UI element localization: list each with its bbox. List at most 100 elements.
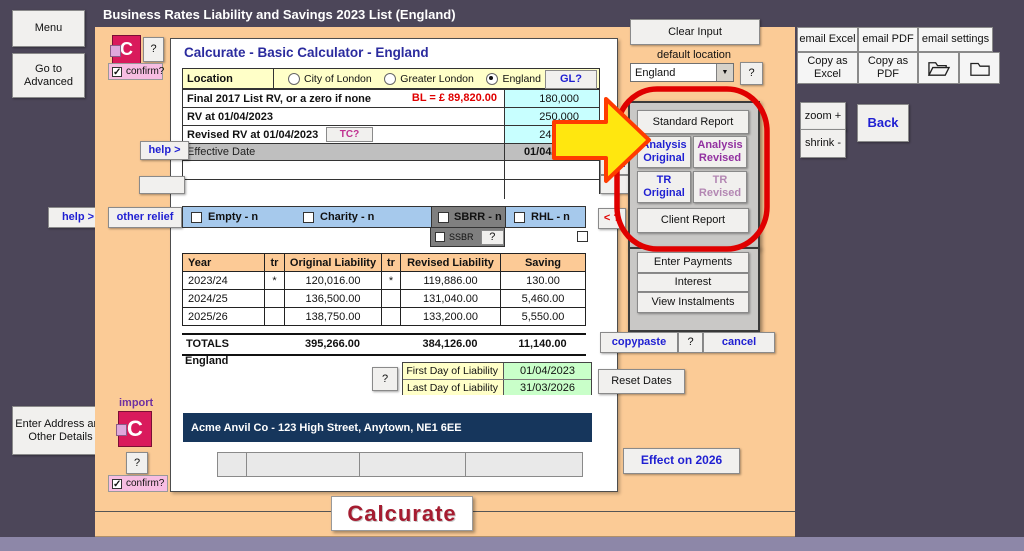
blank-button[interactable] (139, 176, 185, 194)
dropdown-value: England (635, 66, 676, 79)
help-question-button-top[interactable]: ? (143, 37, 164, 62)
calcurate-icon: C (110, 35, 141, 64)
default-location-label: default location (657, 49, 731, 61)
email-excel-button[interactable]: email Excel (797, 27, 858, 52)
table-row: 2025/26 138,750.00 133,200.00 5,550.00 (182, 307, 586, 326)
icon-tab (110, 44, 121, 57)
first-day-value[interactable]: 01/04/2023 (503, 363, 591, 379)
gl-button[interactable]: GL? (545, 70, 597, 89)
application-window: Business Rates Liability and Savings 202… (0, 0, 1024, 551)
confirm-checkbox-bottom[interactable]: confirm? (108, 475, 168, 492)
address-bar: Acme Anvil Co - 123 High Street, Anytown… (183, 413, 592, 442)
rv-grid: Final 2017 List RV, or a zero if none BL… (182, 89, 600, 199)
radio-greater-london[interactable]: Greater London (384, 72, 474, 85)
effect-on-2026-button[interactable]: Effect on 2026 (623, 448, 740, 474)
clear-input-button[interactable]: Clear Input (630, 19, 760, 45)
shrink-button[interactable]: shrink - (800, 129, 846, 158)
last-day-value[interactable]: 31/03/2026 (503, 380, 591, 395)
checkbox-icon[interactable] (191, 211, 202, 223)
region-label: England (185, 355, 229, 367)
folder-open-icon (927, 62, 950, 76)
icon-letter: C (120, 39, 133, 59)
row-label: RV at 01/04/2023 (187, 110, 274, 123)
radio-city-of-london[interactable]: City of London (288, 72, 372, 85)
enter-payments-button[interactable]: Enter Payments (637, 252, 749, 273)
cancel-button[interactable]: cancel (703, 332, 775, 353)
table-header-row: Year tr Original Liability tr Revised Li… (182, 253, 586, 272)
relief-sbrr[interactable]: SBRR - n (431, 207, 505, 227)
relief-rhl[interactable]: RHL - n (505, 207, 585, 227)
folder-icon (969, 62, 990, 76)
back-button[interactable]: Back (857, 104, 909, 142)
folder-button[interactable] (959, 52, 1000, 84)
interest-button[interactable]: Interest (637, 273, 749, 292)
blank-bottom-button[interactable] (246, 452, 361, 477)
last-day-label: Last Day of Liability (403, 380, 503, 395)
view-instalments-button[interactable]: View Instalments (637, 292, 749, 313)
first-day-label: First Day of Liability (403, 363, 503, 379)
zoom-in-button[interactable]: zoom + (800, 102, 846, 131)
import-label: import (119, 397, 154, 409)
default-location-dropdown[interactable]: England (630, 63, 734, 82)
help-button-effective-date[interactable]: help > (140, 141, 189, 160)
checkbox-icon[interactable] (438, 211, 449, 223)
radio-icon (288, 72, 300, 85)
highlight-arrow (552, 97, 651, 183)
menu-button[interactable]: Menu (12, 10, 85, 47)
empty-row (183, 161, 599, 180)
reset-dates-button[interactable]: Reset Dates (598, 369, 685, 394)
calculator-heading: Calcurate - Basic Calculator - England (184, 45, 429, 60)
checkbox-checked-icon (112, 66, 122, 77)
copy-as-excel-button[interactable]: Copy as Excel (797, 52, 858, 84)
checkbox-icon[interactable] (514, 211, 525, 223)
dates-question-button[interactable]: ? (372, 367, 398, 391)
col-saving: Saving (500, 253, 586, 272)
blank-bottom-button[interactable] (217, 452, 248, 477)
email-settings-button[interactable]: email settings (918, 27, 993, 52)
location-row: Location City of London Greater London E… (182, 68, 600, 89)
relief-bar: Empty - n Charity - n SBRR - n RHL - n (182, 206, 586, 228)
relief-charity[interactable]: Charity - n (295, 207, 431, 227)
open-folder-button[interactable] (918, 52, 959, 84)
radio-england[interactable]: England (486, 72, 541, 85)
liability-dates-box: First Day of Liability 01/04/2023 Last D… (402, 362, 592, 395)
blank-bottom-button[interactable] (465, 452, 583, 477)
bottom-strip (0, 537, 1024, 551)
tc-inline-button[interactable]: TC? (326, 127, 373, 142)
copy-as-pdf-button[interactable]: Copy as PDF (858, 52, 918, 84)
icon-letter: C (127, 416, 143, 441)
email-pdf-button[interactable]: email PDF (858, 27, 918, 52)
logo-text: Calcurate (347, 500, 457, 526)
chevron-down-icon[interactable] (716, 64, 733, 81)
totals-revised: 384,126.00 (422, 338, 478, 350)
location-question-button[interactable]: ? (740, 62, 763, 85)
page-title: Business Rates Liability and Savings 202… (103, 7, 456, 22)
row-effective-date: Effective Date 01/04/2023 (183, 144, 599, 161)
empty-row (183, 180, 599, 199)
copypaste-question-button[interactable]: ? (678, 332, 703, 353)
totals-original: 395,266.00 (304, 338, 361, 350)
checkbox-icon[interactable] (303, 211, 314, 223)
ssbr-checkbox[interactable] (435, 232, 445, 242)
totals-saving: 11,140.00 (518, 338, 567, 350)
address-text: Acme Anvil Co - 123 High Street, Anytown… (191, 421, 462, 434)
row-final-2017-rv: Final 2017 List RV, or a zero if none BL… (183, 90, 599, 108)
ssbr-question-button[interactable]: ? (480, 229, 504, 245)
import-question-button[interactable]: ? (126, 452, 148, 474)
copypaste-button[interactable]: copypaste (600, 332, 678, 353)
confirm-checkbox-top[interactable]: confirm? (108, 63, 164, 80)
go-to-advanced-button[interactable]: Go to Advanced (12, 53, 85, 98)
rhl-extra-checkbox[interactable] (577, 231, 588, 242)
confirm-label: confirm? (126, 478, 165, 489)
radio-selected-icon (486, 72, 499, 85)
blank-bottom-button[interactable] (359, 452, 467, 477)
ssbr-row: SSBR ? (430, 228, 505, 247)
other-relief-button[interactable]: other relief (108, 207, 182, 228)
row-revised-rv: Revised RV at 01/04/2023 TC? 240,000 (183, 126, 599, 144)
import-calcurate-icon[interactable]: C (116, 411, 152, 447)
icon-tab (116, 424, 127, 436)
table-row: 2024/25 136,500.00 131,040.00 5,460.00 (182, 289, 586, 308)
row-rv-2023: RV at 01/04/2023 250,000 (183, 108, 599, 126)
relief-empty[interactable]: Empty - n (183, 207, 295, 227)
table-row: 2023/24 * 120,016.00 * 119,886.00 130.00 (182, 271, 586, 290)
